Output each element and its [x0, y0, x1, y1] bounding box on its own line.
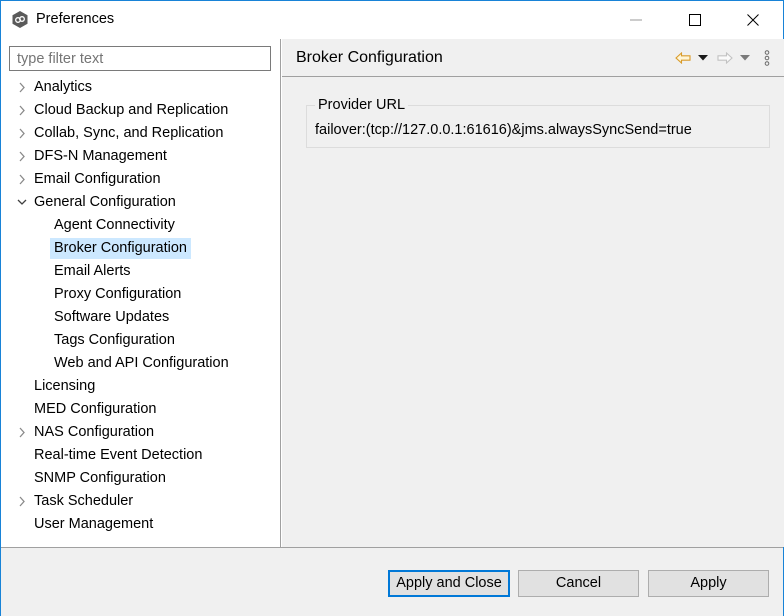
forward-dropdown-icon	[740, 55, 750, 61]
provider-url-group: Provider URL failover:(tcp://127.0.0.1:6…	[306, 96, 770, 148]
chevron-right-icon[interactable]	[17, 427, 27, 438]
minimize-button[interactable]	[613, 1, 659, 39]
back-dropdown-icon	[698, 55, 708, 61]
tree-item-label: Agent Connectivity	[54, 217, 175, 233]
tree-item[interactable]: Broker Configuration	[1, 238, 280, 259]
chevron-right-icon[interactable]	[17, 82, 27, 93]
tree-item-label: Proxy Configuration	[54, 286, 182, 302]
back-button[interactable]	[674, 50, 692, 66]
tree-item-label: Tags Configuration	[54, 332, 175, 348]
close-button[interactable]	[730, 1, 776, 39]
preference-page: Broker Configuration Provider URL failov…	[282, 39, 784, 547]
tree-item-label: Collab, Sync, and Replication	[34, 125, 224, 141]
tree-item[interactable]: Task Scheduler	[1, 491, 280, 512]
apply-and-close-button[interactable]: Apply and Close	[388, 570, 510, 597]
tree-item[interactable]: NAS Configuration	[1, 422, 280, 443]
tree-item-label: Task Scheduler	[34, 493, 134, 509]
tree-item-label: MED Configuration	[34, 401, 157, 417]
tree-item-label: Cloud Backup and Replication	[34, 102, 229, 118]
back-history-dropdown[interactable]	[696, 50, 710, 66]
tree-item-label: User Management	[34, 516, 154, 532]
tree-item[interactable]: Web and API Configuration	[1, 353, 280, 374]
tree-item[interactable]: Email Configuration	[1, 169, 280, 190]
chevron-down-icon[interactable]	[17, 197, 27, 208]
tree-item-label: Licensing	[34, 378, 96, 394]
tree-item[interactable]: User Management	[1, 514, 280, 535]
tree-item-label: SNMP Configuration	[34, 470, 166, 486]
tree-item[interactable]: Licensing	[1, 376, 280, 397]
chevron-right-icon[interactable]	[17, 496, 27, 507]
maximize-button[interactable]	[672, 1, 718, 39]
window-title: Preferences	[36, 11, 115, 27]
tree-item[interactable]: Agent Connectivity	[1, 215, 280, 236]
forward-arrow-icon	[717, 52, 733, 64]
app-logo-icon	[12, 11, 28, 28]
tree-item-label: Software Updates	[54, 309, 170, 325]
tree-item-label: General Configuration	[34, 194, 176, 210]
close-icon	[747, 14, 759, 26]
chevron-right-icon[interactable]	[17, 151, 27, 162]
tree-item[interactable]: Collab, Sync, and Replication	[1, 123, 280, 144]
tree-item[interactable]: SNMP Configuration	[1, 468, 280, 489]
tree-item[interactable]: General Configuration	[1, 192, 280, 213]
preferences-window: Preferences Analytics Cloud Backup and Re…	[0, 0, 784, 616]
back-arrow-icon	[675, 52, 691, 64]
tree-item-label: Real-time Event Detection	[34, 447, 203, 463]
maximize-icon	[689, 14, 701, 26]
tree-item[interactable]: Real-time Event Detection	[1, 445, 280, 466]
tree-item[interactable]: Cloud Backup and Replication	[1, 100, 280, 121]
tree-item[interactable]: Email Alerts	[1, 261, 280, 282]
tree-item[interactable]: DFS-N Management	[1, 146, 280, 167]
chevron-right-icon[interactable]	[17, 174, 27, 185]
provider-url-value: failover:(tcp://127.0.0.1:61616)&jms.alw…	[315, 122, 692, 138]
chevron-right-icon[interactable]	[17, 128, 27, 139]
dialog-button-bar: Apply and Close Cancel Apply	[1, 547, 783, 616]
cancel-button[interactable]: Cancel	[518, 570, 639, 597]
tree-item-label: Web and API Configuration	[54, 355, 229, 371]
tree-item-label: DFS-N Management	[34, 148, 167, 164]
page-title: Broker Configuration	[296, 49, 443, 66]
page-header: Broker Configuration	[282, 39, 784, 77]
tree-item-label: NAS Configuration	[34, 424, 155, 440]
provider-url-label: Provider URL	[315, 96, 409, 114]
tree-item[interactable]: Tags Configuration	[1, 330, 280, 351]
tree-item-label: Email Alerts	[54, 263, 131, 279]
tree-item[interactable]: MED Configuration	[1, 399, 280, 420]
tree-item[interactable]: Analytics	[1, 77, 280, 98]
tree-item[interactable]: Software Updates	[1, 307, 280, 328]
filter-input[interactable]	[9, 46, 271, 71]
forward-history-dropdown[interactable]	[738, 50, 752, 66]
more-options-button[interactable]	[760, 50, 774, 66]
forward-button[interactable]	[716, 50, 734, 66]
preferences-navigation-pane: Analytics Cloud Backup and Replication Col…	[1, 39, 281, 547]
tree-item-label: Email Configuration	[34, 171, 161, 187]
more-options-icon	[764, 50, 770, 66]
tree-item-label: Broker Configuration	[50, 238, 191, 259]
title-bar[interactable]: Preferences	[1, 1, 783, 39]
minimize-icon	[630, 19, 642, 21]
apply-button[interactable]: Apply	[648, 570, 769, 597]
tree-item[interactable]: Proxy Configuration	[1, 284, 280, 305]
tree-item-label: Analytics	[34, 79, 93, 95]
chevron-right-icon[interactable]	[17, 105, 27, 116]
